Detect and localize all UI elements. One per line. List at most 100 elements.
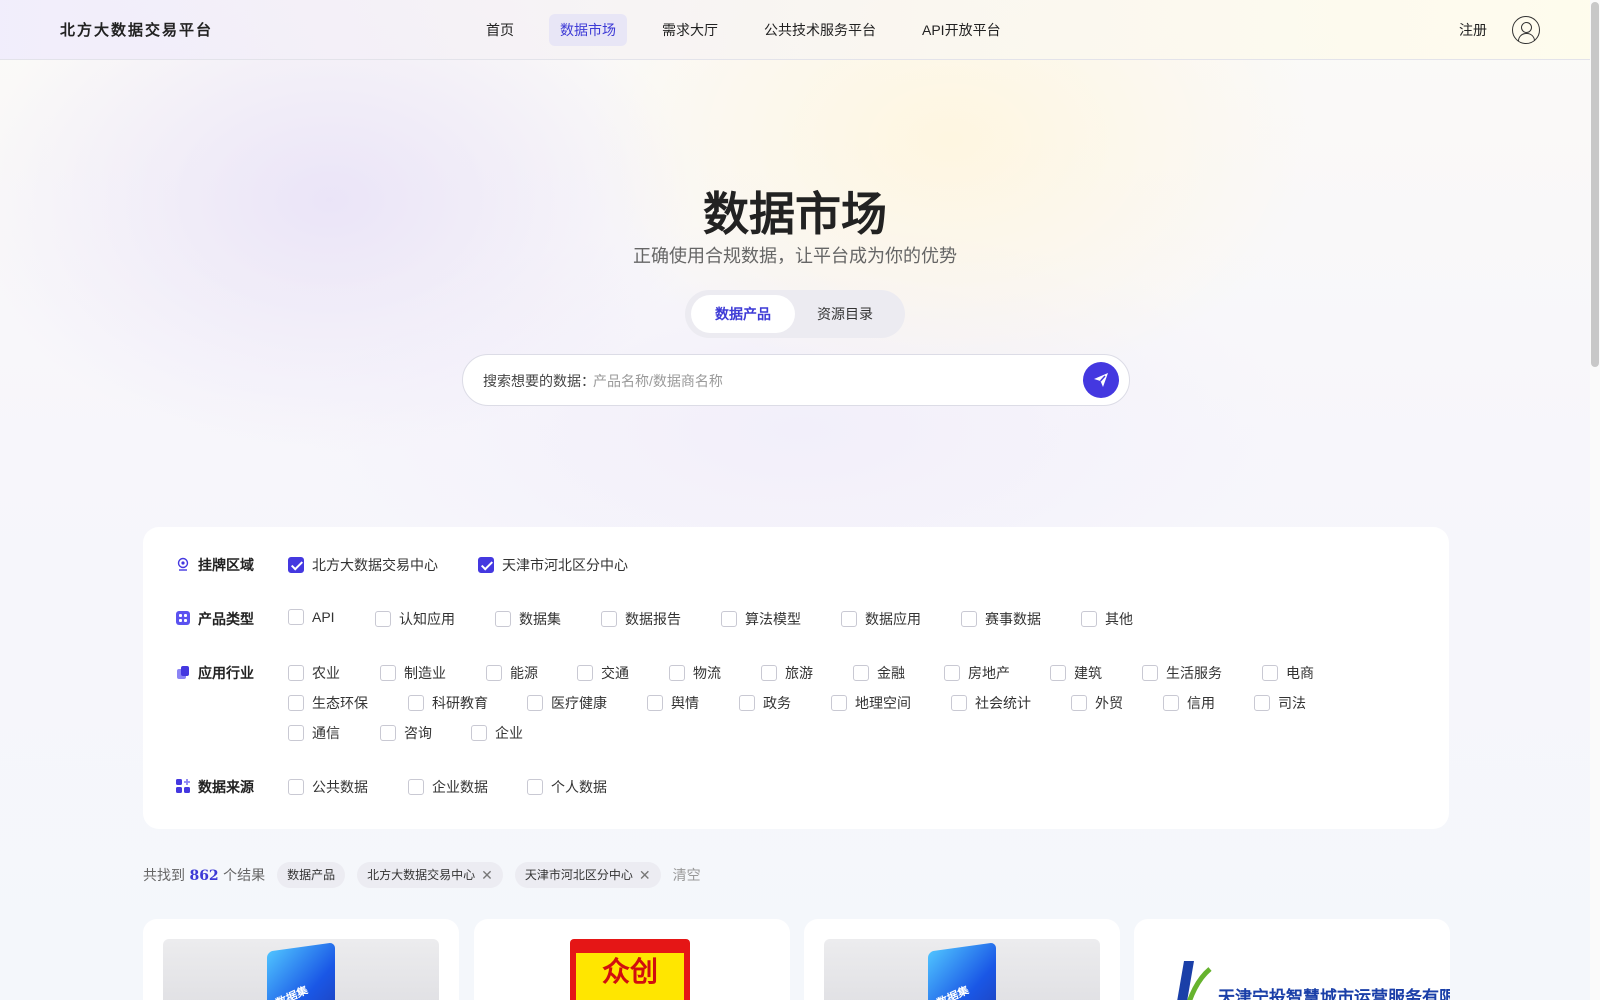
close-icon[interactable]: ✕ [639,862,651,888]
option-industry[interactable]: 司法 [1254,693,1306,713]
checkbox[interactable] [1071,695,1087,711]
option-industry[interactable]: 电商 [1262,663,1314,683]
option-industry[interactable]: 政务 [739,693,791,713]
option-industry[interactable]: 物流 [669,663,721,683]
tab-data-products[interactable]: 数据产品 [691,295,795,333]
nav-api-platform[interactable]: API开放平台 [911,14,1012,46]
site-logo[interactable]: 北方大数据交易平台 [60,19,213,40]
grid-icon [176,611,190,625]
checkbox[interactable] [288,665,304,681]
option-product-type[interactable]: 认知应用 [375,609,455,629]
option-industry[interactable]: 能源 [486,663,538,683]
option-industry[interactable]: 房地产 [944,663,1010,683]
checkbox[interactable] [478,557,494,573]
checkbox[interactable] [577,665,593,681]
checkbox[interactable] [495,611,511,627]
checkbox[interactable] [408,695,424,711]
tab-resource-catalog[interactable]: 资源目录 [793,295,897,333]
checkbox[interactable] [1142,665,1158,681]
option-industry[interactable]: 企业 [471,723,523,743]
option-industry[interactable]: 生活服务 [1142,663,1222,683]
user-avatar-icon[interactable] [1512,16,1540,44]
checkbox[interactable] [761,665,777,681]
option-source[interactable]: 个人数据 [527,777,607,797]
option-industry[interactable]: 农业 [288,663,340,683]
option-industry[interactable]: 金融 [853,663,905,683]
checkbox[interactable] [486,665,502,681]
market-tab-switch: 数据产品 资源目录 [685,290,905,338]
checkbox[interactable] [1163,695,1179,711]
option-region-north[interactable]: 北方大数据交易中心 [288,555,438,575]
option-industry[interactable]: 医疗健康 [527,693,607,713]
checkbox[interactable] [288,609,304,625]
close-icon[interactable]: ✕ [481,862,493,888]
checkbox[interactable] [288,695,304,711]
clear-filters-button[interactable]: 清空 [673,865,701,885]
checkbox[interactable] [527,695,543,711]
option-industry[interactable]: 地理空间 [831,693,911,713]
option-region-tianjin[interactable]: 天津市河北区分中心 [478,555,628,575]
scrollbar[interactable] [1590,0,1600,1000]
option-product-type[interactable]: API [288,609,335,625]
nav-data-market[interactable]: 数据市场 [549,14,627,46]
checkbox[interactable] [739,695,755,711]
option-industry[interactable]: 通信 [288,723,340,743]
product-card[interactable]: 天津宁投智慧城市运营服务有限公司 [1134,919,1450,1000]
filter-chip: 数据产品 [277,862,346,888]
product-card[interactable]: 数据集 [804,919,1120,1000]
checkbox[interactable] [408,779,424,795]
option-industry[interactable]: 咨询 [380,723,432,743]
checkbox[interactable] [288,557,304,573]
checkbox[interactable] [951,695,967,711]
scrollbar-thumb[interactable] [1591,2,1599,367]
cube-icon: 数据集 [267,942,335,1000]
nav-home[interactable]: 首页 [475,14,525,46]
option-industry[interactable]: 社会统计 [951,693,1031,713]
checkbox[interactable] [288,779,304,795]
search-input[interactable] [593,365,1043,397]
option-product-type[interactable]: 算法模型 [721,609,801,629]
checkbox[interactable] [1050,665,1066,681]
option-product-type[interactable]: 数据集 [495,609,561,629]
checkbox[interactable] [831,695,847,711]
search-button[interactable] [1083,362,1119,398]
option-product-type[interactable]: 其他 [1081,609,1133,629]
checkbox[interactable] [721,611,737,627]
option-industry[interactable]: 交通 [577,663,629,683]
checkbox[interactable] [380,665,396,681]
checkbox[interactable] [853,665,869,681]
option-source[interactable]: 公共数据 [288,777,368,797]
option-product-type[interactable]: 数据应用 [841,609,921,629]
option-industry[interactable]: 建筑 [1050,663,1102,683]
checkbox[interactable] [1262,665,1278,681]
register-link[interactable]: 注册 [1459,20,1487,40]
option-industry[interactable]: 外贸 [1071,693,1123,713]
checkbox[interactable] [380,725,396,741]
checkbox[interactable] [375,611,391,627]
company-logo-icon [1177,961,1212,1000]
checkbox[interactable] [1254,695,1270,711]
checkbox[interactable] [647,695,663,711]
option-source[interactable]: 企业数据 [408,777,488,797]
checkbox[interactable] [1081,611,1097,627]
checkbox[interactable] [601,611,617,627]
option-industry[interactable]: 制造业 [380,663,446,683]
nav-public-tech-service[interactable]: 公共技术服务平台 [753,14,887,46]
nav-demand-hall[interactable]: 需求大厅 [651,14,729,46]
option-industry[interactable]: 信用 [1163,693,1215,713]
option-industry[interactable]: 生态环保 [288,693,368,713]
checkbox[interactable] [944,665,960,681]
checkbox[interactable] [471,725,487,741]
option-product-type[interactable]: 赛事数据 [961,609,1041,629]
option-industry[interactable]: 舆情 [647,693,699,713]
checkbox[interactable] [669,665,685,681]
checkbox[interactable] [961,611,977,627]
checkbox[interactable] [841,611,857,627]
product-card[interactable]: 众创 [474,919,790,1000]
option-industry[interactable]: 旅游 [761,663,813,683]
checkbox[interactable] [527,779,543,795]
checkbox[interactable] [288,725,304,741]
option-product-type[interactable]: 数据报告 [601,609,681,629]
product-card[interactable]: 数据集 [143,919,459,1000]
option-industry[interactable]: 科研教育 [408,693,488,713]
